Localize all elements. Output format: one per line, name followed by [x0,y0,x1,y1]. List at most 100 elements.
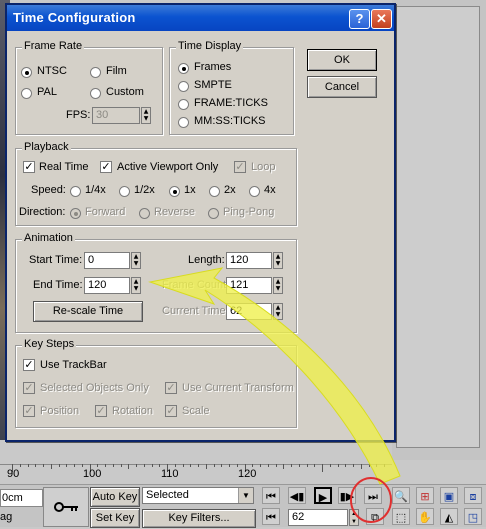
loop-label: Loop [251,161,276,173]
pal-radio[interactable] [21,88,32,99]
units-field[interactable]: 0cm [0,489,43,507]
pan-hand-icon[interactable]: ✋ [416,508,434,525]
set-key-button[interactable]: Set Key [90,508,140,528]
ruler-tick [159,464,161,467]
direction-label: Direction: [19,206,66,218]
ok-button[interactable]: OK [307,49,377,71]
close-button[interactable]: ✕ [371,9,392,29]
key-steps-legend: Key Steps [22,338,77,350]
frame-count-field[interactable]: 121 [226,277,272,294]
frame-count-spinner[interactable]: 121 ▲ ▼ [226,277,286,294]
field-of-view-icon[interactable]: ⬚ [392,508,410,525]
ruler-tick [66,464,68,467]
real-time-checkbox[interactable]: ✓ [23,161,35,173]
play-icon[interactable]: ▶ [314,487,332,504]
start-time-spinner[interactable]: 0 ▲ ▼ [84,252,144,269]
ruler-tick [384,464,385,467]
custom-radio[interactable] [90,88,101,99]
length-arrows[interactable]: ▲ ▼ [273,252,283,269]
dialog-title: Time Configuration [13,10,136,25]
ruler-tick [43,464,44,467]
frame-ticks-label: FRAME:TICKS [194,97,268,109]
maximize-viewport-icon[interactable]: ◳ [464,508,482,525]
go-to-end-icon[interactable]: ⏭ [364,487,382,504]
fps-spinner-arrows[interactable]: ▲ ▼ [141,107,151,124]
speed-2x-radio[interactable] [209,186,220,197]
active-viewport-checkbox[interactable]: ✓ [100,161,112,173]
speed-quarter-radio[interactable] [70,186,81,197]
go-to-start-icon[interactable]: ⏮ [262,487,280,504]
ruler-label-120: 120 [238,468,257,480]
start-time-field[interactable]: 0 [84,252,130,269]
selected-objects-checkbox[interactable]: ✓ [23,382,35,394]
scale-label: Scale [182,405,210,417]
ruler-tick [81,464,83,467]
speed-half-radio[interactable] [119,186,130,197]
start-time-arrows[interactable]: ▲ ▼ [131,252,141,269]
use-trackbar-checkbox[interactable]: ✓ [23,359,35,371]
frame-ticks-radio[interactable] [178,99,189,110]
use-current-transform-checkbox[interactable]: ✓ [165,382,177,394]
scale-checkbox[interactable]: ✓ [165,405,177,417]
speed-label: Speed: [31,184,66,196]
ruler-tick [97,464,99,467]
key-filters-button[interactable]: Key Filters... [142,509,256,528]
orbit-icon[interactable]: ◭ [440,508,458,525]
cancel-button[interactable]: Cancel [307,76,377,98]
film-radio[interactable] [90,67,101,78]
help-button[interactable]: ? [349,9,370,29]
key-mode-button[interactable] [43,487,89,527]
ruler-tick [205,464,207,469]
chevron-down-icon[interactable]: ▼ [238,488,253,503]
current-frame-field[interactable]: 62 [288,509,348,526]
ntsc-radio[interactable] [21,67,32,78]
ruler-tick [198,464,199,467]
animation-legend: Animation [22,232,75,244]
reverse-radio[interactable] [139,208,150,219]
current-time-field[interactable]: 62 [226,303,272,320]
end-time-spinner[interactable]: 120 ▲ ▼ [84,277,144,294]
speed-4x-label: 4x [264,184,276,196]
fps-spinner[interactable]: 30 ▲ ▼ [92,107,152,124]
end-time-field[interactable]: 120 [84,277,130,294]
position-checkbox[interactable]: ✓ [23,405,35,417]
ruler-tick [368,464,370,467]
mm-ss-ticks-radio[interactable] [178,117,189,128]
ruler-tick [267,464,269,467]
auto-key-button[interactable]: Auto Key [90,487,140,507]
zoom-extents-all-icon[interactable]: ⧈ [464,487,482,504]
ruler-tick [112,464,114,467]
length-spinner[interactable]: 120 ▲ ▼ [226,252,286,269]
smpte-label: SMPTE [194,79,232,91]
ruler-label-90: 90 [7,468,20,480]
speed-4x-radio[interactable] [249,186,260,197]
title-bar[interactable]: Time Configuration ? ✕ [7,5,394,31]
frame-count-label: Frame Count: [162,279,230,291]
rescale-time-button[interactable]: Re-scale Time [33,301,143,322]
previous-frame-icon[interactable]: ◀▮ [288,487,306,504]
rotation-checkbox[interactable]: ✓ [95,405,107,417]
current-time-spinner[interactable]: 62 ▲ ▼ [226,303,286,320]
loop-checkbox[interactable]: ✓ [234,161,246,173]
zoom-icon[interactable]: 🔍 [392,487,410,504]
next-frame-icon[interactable]: ▮▶ [338,487,356,504]
end-time-arrows[interactable]: ▲ ▼ [131,277,141,294]
speed-1x-radio[interactable] [169,186,180,197]
selection-set-dropdown[interactable]: Selected ▼ [142,487,254,504]
smpte-radio[interactable] [178,81,189,92]
end-time-label: End Time: [33,279,83,291]
time-ruler[interactable] [0,464,392,485]
current-frame-spinner[interactable]: ▲ ▼ [349,509,359,526]
ping-pong-radio[interactable] [208,208,219,219]
frames-radio[interactable] [178,63,189,74]
forward-radio[interactable] [70,208,81,219]
zoom-extents-icon[interactable]: ▣ [440,487,458,504]
key-mode-toggle-icon[interactable]: ⏮ [262,508,280,525]
time-configuration-icon[interactable]: ⧉ [366,508,384,525]
length-field[interactable]: 120 [226,252,272,269]
current-time-label: Current Time: [162,305,229,317]
current-time-arrows[interactable]: ▲ ▼ [273,303,283,320]
frame-count-arrows[interactable]: ▲ ▼ [273,277,283,294]
speed-half-label: 1/2x [134,184,155,196]
zoom-all-icon[interactable]: ⊞ [416,487,434,504]
